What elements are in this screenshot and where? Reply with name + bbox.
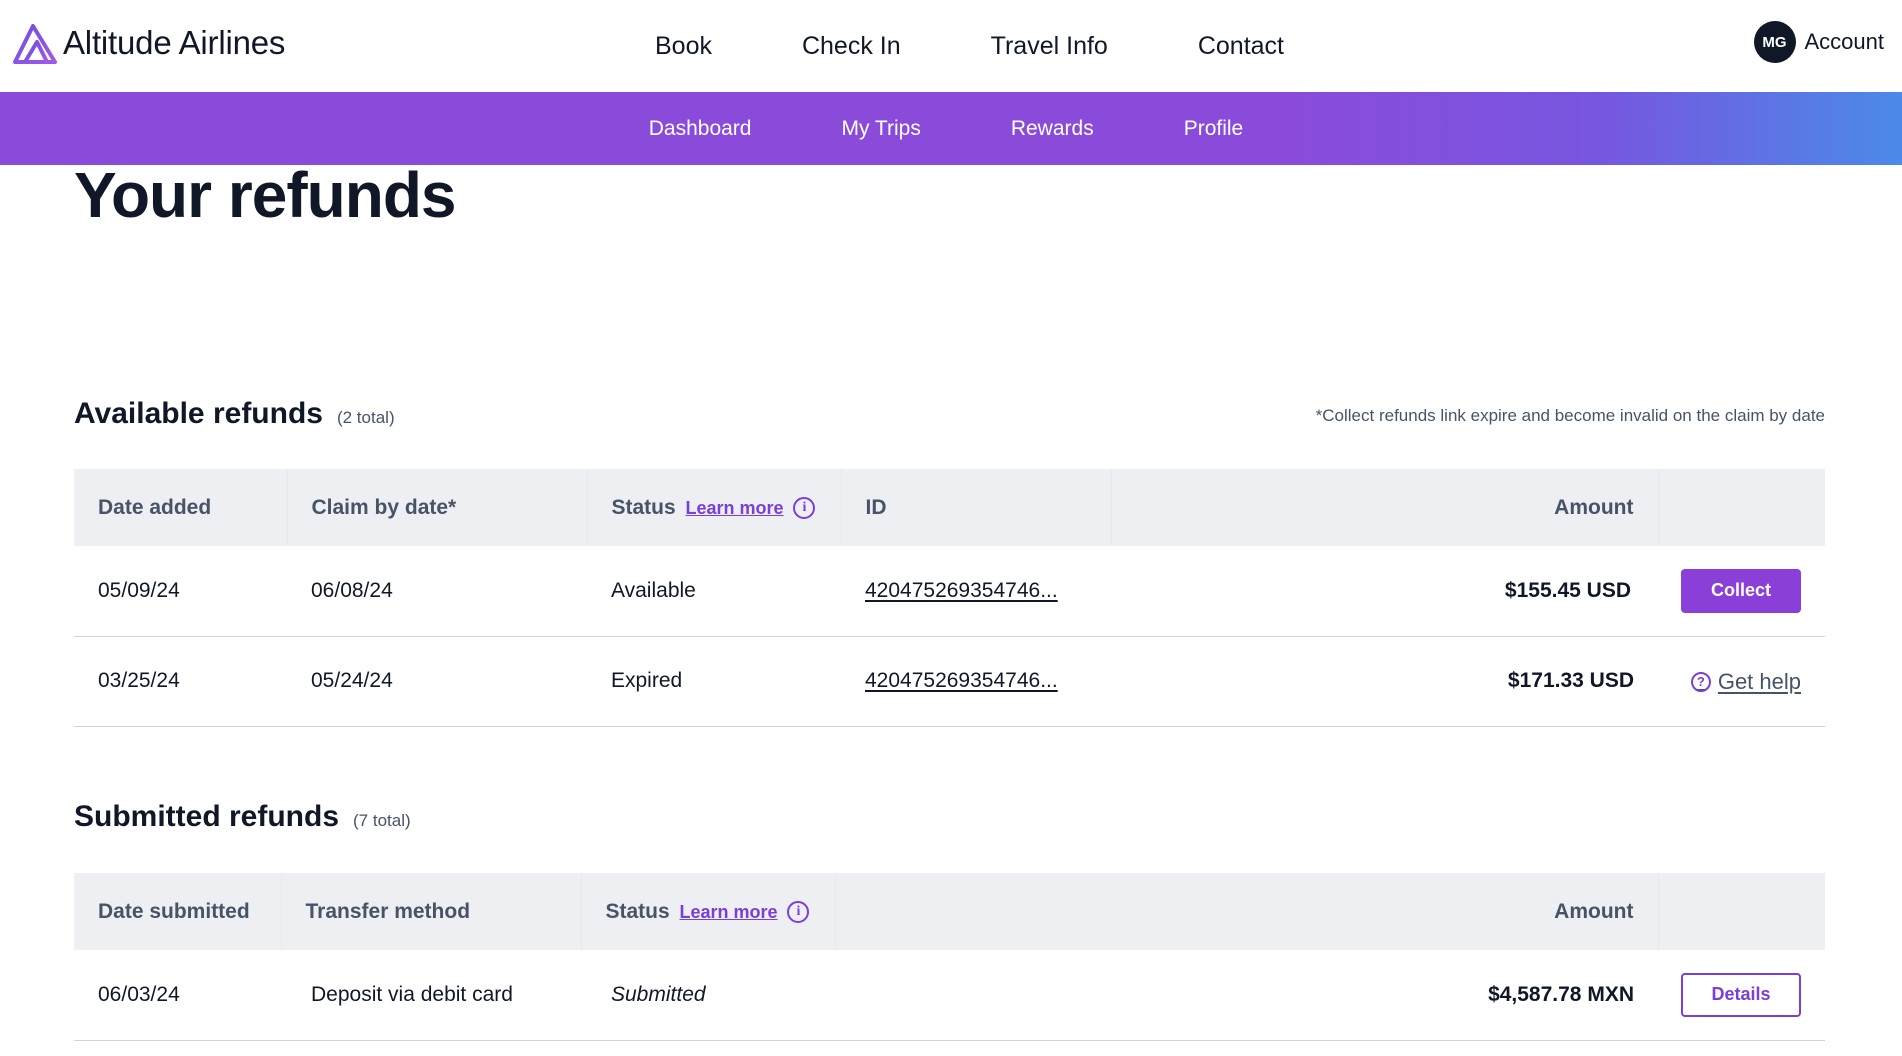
available-refunds-table: Date added Claim by date* Status Learn m… (74, 469, 1825, 727)
details-button[interactable]: Details (1681, 972, 1801, 1017)
col-action (1658, 469, 1825, 546)
mountain-logo-icon (13, 24, 57, 64)
nav-contact[interactable]: Contact (1198, 32, 1284, 61)
col-id: ID (841, 469, 1112, 546)
learn-more-link[interactable]: Learn more (686, 498, 784, 518)
cell-status: Expired (587, 636, 841, 727)
col-action (1658, 873, 1825, 950)
learn-more-link[interactable]: Learn more (680, 902, 778, 922)
refund-id-link[interactable]: 420475269354746... (865, 579, 1058, 602)
cell-action: Collect (1658, 546, 1825, 637)
status-text: Submitted (611, 982, 706, 1006)
cell-date-added: 05/09/24 (74, 546, 287, 637)
page-title: Your refunds (74, 159, 456, 231)
col-date-submitted: Date submitted (74, 873, 282, 950)
col-status: Status Learn more i (581, 873, 836, 950)
nav-book[interactable]: Book (655, 32, 712, 61)
refund-id-link[interactable]: 420475269354746... (865, 669, 1058, 692)
cell-id: 420475269354746... (841, 546, 1111, 637)
col-status-label: Status (611, 495, 676, 519)
info-icon[interactable]: i (793, 496, 816, 519)
col-status-label: Status (605, 899, 670, 923)
cell-amount: $171.33 USD (1111, 636, 1658, 727)
available-refunds-count: (2 total) (336, 408, 395, 427)
available-refunds-header: Available refunds (2 total) (74, 397, 395, 431)
info-icon[interactable]: i (787, 900, 810, 923)
table-header-row: Date added Claim by date* Status Learn m… (74, 469, 1825, 546)
submitted-refunds-header: Submitted refunds (7 total) (74, 800, 411, 834)
col-amount: Amount (1111, 469, 1659, 546)
cell-action: ? Get help (1658, 636, 1825, 727)
cell-transfer-method: Deposit via debit card (281, 950, 581, 1041)
submitted-refunds-title: Submitted refunds (74, 800, 340, 833)
brand-logo-link[interactable]: Altitude Airlines (13, 22, 285, 64)
col-date-added: Date added (74, 469, 288, 546)
subnav-rewards[interactable]: Rewards (1011, 117, 1094, 141)
collect-button[interactable]: Collect (1681, 568, 1801, 613)
account-label: Account (1804, 29, 1885, 54)
subnav-profile[interactable]: Profile (1184, 117, 1244, 141)
table-row: 06/03/24 Deposit via debit card Submitte… (74, 950, 1825, 1041)
cell-amount: $155.45 USD (1111, 546, 1658, 637)
col-claim-by: Claim by date* (287, 469, 588, 546)
available-refunds-title: Available refunds (74, 397, 323, 430)
table-row: 03/25/24 05/24/24 Expired 42047526935474… (74, 636, 1825, 727)
subnav-my-trips[interactable]: My Trips (841, 117, 920, 141)
cell-id: 420475269354746... (841, 636, 1111, 727)
cell-claim-by: 05/24/24 (287, 636, 587, 727)
col-transfer-method: Transfer method (281, 873, 582, 950)
get-help-label: Get help (1717, 668, 1801, 694)
brand-name: Altitude Airlines (63, 24, 286, 61)
cell-date-submitted: 06/03/24 (74, 950, 281, 1041)
nav-check-in[interactable]: Check In (802, 32, 901, 61)
cell-status: Available (587, 546, 841, 637)
col-status: Status Learn more i (587, 469, 842, 546)
cell-status: Submitted (581, 950, 835, 1041)
main-nav: Book Check In Travel Info Contact (0, 0, 1902, 92)
col-amount: Amount (835, 873, 1659, 950)
subnav-dashboard[interactable]: Dashboard (649, 117, 752, 141)
sub-nav: Dashboard My Trips Rewards Profile (0, 92, 1902, 165)
question-icon: ? (1690, 671, 1711, 692)
cell-action: Details (1658, 950, 1825, 1041)
account-menu[interactable]: MG Account (1753, 21, 1885, 63)
submitted-refunds-count: (7 total) (353, 811, 411, 830)
table-row: 05/09/24 06/08/24 Available 420475269354… (74, 546, 1825, 637)
claim-note: *Collect refunds link expire and become … (1315, 406, 1825, 425)
table-header-row: Date submitted Transfer method Status Le… (74, 873, 1825, 950)
submitted-refunds-table: Date submitted Transfer method Status Le… (74, 873, 1825, 1041)
cell-date-added: 03/25/24 (74, 636, 287, 727)
avatar: MG (1753, 21, 1796, 63)
top-header: Altitude Airlines Book Check In Travel I… (0, 0, 1902, 92)
cell-claim-by: 06/08/24 (287, 546, 587, 637)
cell-amount: $4,587.78 MXN (835, 950, 1658, 1041)
get-help-link[interactable]: ? Get help (1690, 668, 1801, 695)
nav-travel-info[interactable]: Travel Info (991, 32, 1108, 61)
